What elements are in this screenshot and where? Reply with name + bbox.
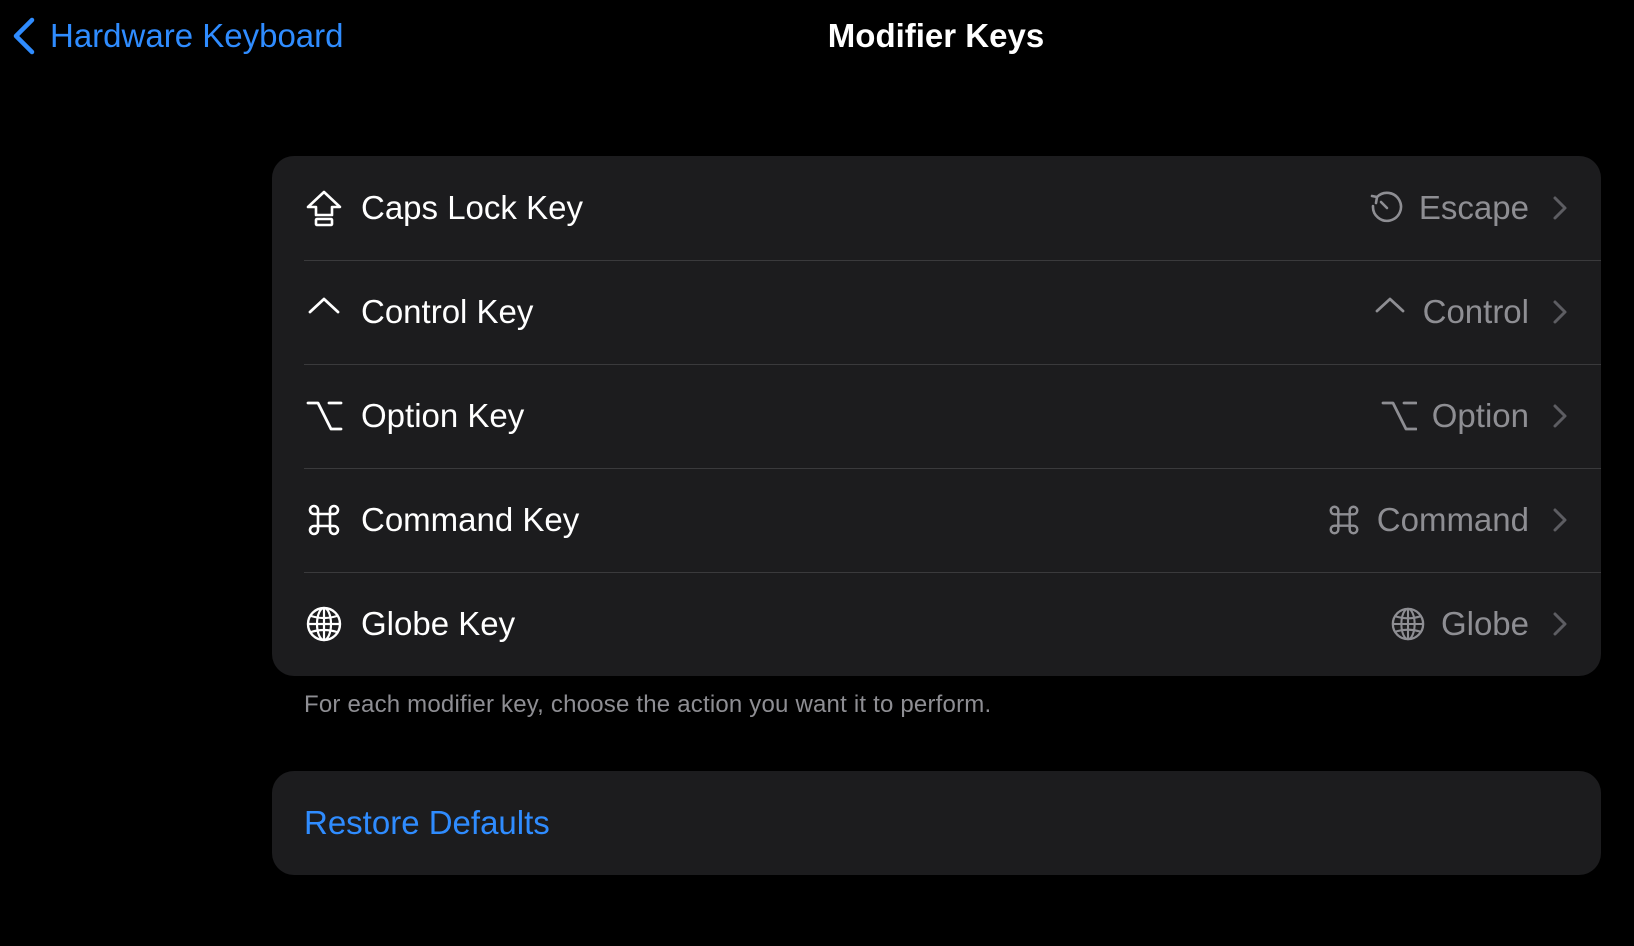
restore-defaults-button[interactable]: Restore Defaults [304, 771, 550, 875]
command-key-label: Command Key [361, 501, 580, 538]
control-icon [304, 292, 344, 332]
chevron-right-icon [1549, 505, 1571, 535]
option-key-label: Option Key [361, 397, 525, 434]
escape-icon [1367, 189, 1405, 227]
command-icon [1325, 501, 1363, 539]
modifier-keys-list: Caps Lock Key Escape Control Key Control… [272, 156, 1601, 676]
control-icon [1371, 293, 1409, 331]
control-key-label: Control Key [361, 293, 534, 330]
chevron-right-icon [1549, 401, 1571, 431]
command-icon [304, 500, 344, 540]
globe-icon [304, 604, 344, 644]
caps-lock-key-value-text: Escape [1418, 189, 1529, 226]
globe-icon [1389, 605, 1427, 643]
globe-key-label: Globe Key [361, 605, 516, 642]
capslock-icon [304, 188, 344, 228]
chevron-right-icon [1549, 193, 1571, 223]
restore-defaults-group: Restore Defaults [272, 771, 1601, 875]
command-key-value-text: Command [1376, 501, 1529, 538]
globe-key-value: Globe [1389, 605, 1571, 643]
caps-lock-key-row[interactable]: Caps Lock Key Escape [272, 156, 1601, 260]
option-key-value: Option [1380, 397, 1571, 435]
option-icon [1380, 397, 1418, 435]
option-key-row[interactable]: Option Key Option [272, 364, 1601, 468]
section-footer-note: For each modifier key, choose the action… [304, 691, 992, 718]
chevron-right-icon [1549, 609, 1571, 639]
caps-lock-key-label: Caps Lock Key [361, 189, 583, 226]
globe-key-row[interactable]: Globe Key Globe [272, 572, 1601, 676]
chevron-right-icon [1549, 297, 1571, 327]
control-key-value-text: Control [1422, 293, 1529, 330]
command-key-value: Command [1325, 501, 1571, 539]
command-key-row[interactable]: Command Key Command [272, 468, 1601, 572]
option-icon [304, 396, 344, 436]
page-title: Modifier Keys [827, 17, 1045, 54]
caps-lock-key-value: Escape [1367, 189, 1571, 227]
control-key-row[interactable]: Control Key Control [272, 260, 1601, 364]
option-key-value-text: Option [1431, 397, 1529, 434]
control-key-value: Control [1371, 293, 1571, 331]
globe-key-value-text: Globe [1440, 605, 1529, 642]
navigation-bar: Hardware Keyboard Modifier Keys [0, 0, 1634, 76]
